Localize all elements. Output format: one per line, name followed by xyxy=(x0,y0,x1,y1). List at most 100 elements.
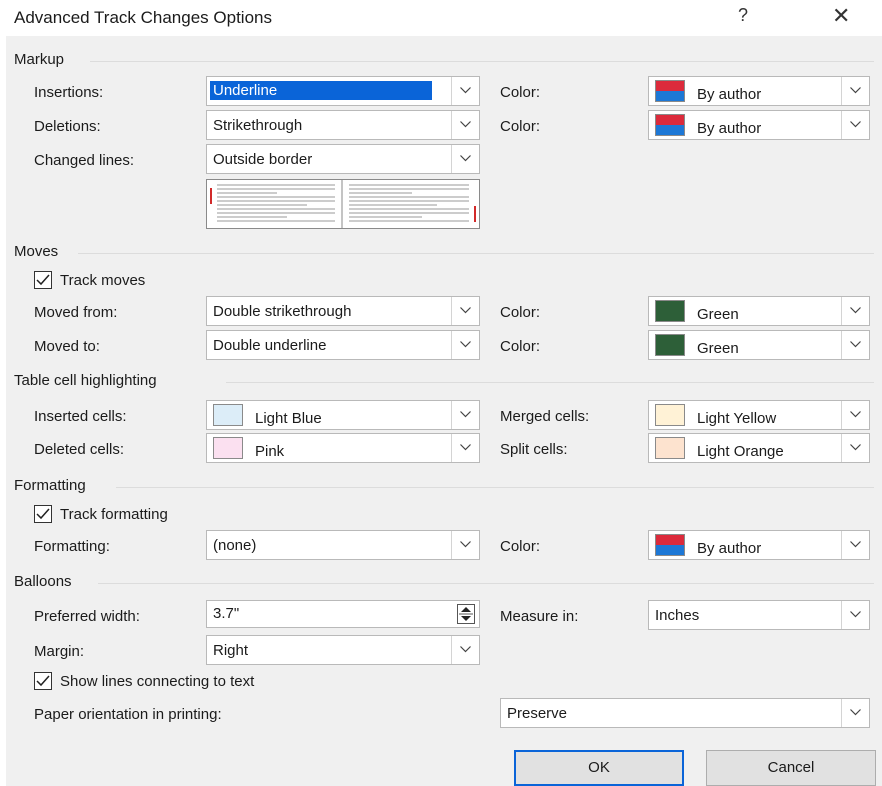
moved-to-color-label: Color: xyxy=(500,338,541,355)
track-formatting-label[interactable]: Track formatting xyxy=(60,506,168,523)
paper-orientation-label: Paper orientation in printing: xyxy=(34,706,222,723)
margin-value: Right xyxy=(213,642,249,659)
moved-to-color-dropdown[interactable]: Green xyxy=(648,330,870,360)
paper-orientation-dropdown[interactable]: Preserve xyxy=(500,698,870,728)
chevron-down-icon[interactable] xyxy=(841,331,869,359)
moved-to-label: Moved to: xyxy=(34,338,100,355)
color-swatch-light-blue xyxy=(213,404,243,426)
moved-from-color-value: Green xyxy=(697,306,739,323)
checkmark-icon xyxy=(36,675,50,687)
moved-to-value: Double underline xyxy=(213,337,327,354)
chevron-down-icon[interactable] xyxy=(451,434,479,462)
color-swatch-light-orange xyxy=(655,437,685,459)
moved-from-value: Double strikethrough xyxy=(213,303,352,320)
formatting-dropdown[interactable]: (none) xyxy=(206,530,480,560)
deletions-color-value: By author xyxy=(697,120,762,137)
chevron-down-icon[interactable] xyxy=(841,111,869,139)
formatting-color-label: Color: xyxy=(500,538,541,555)
inserted-cells-label: Inserted cells: xyxy=(34,408,127,425)
checkmark-icon xyxy=(36,508,50,520)
color-swatch-pink xyxy=(213,437,243,459)
formatting-color-value: By author xyxy=(697,540,762,557)
chevron-down-icon[interactable] xyxy=(451,145,479,173)
help-icon[interactable]: ? xyxy=(738,5,748,26)
chevron-down-icon[interactable] xyxy=(841,699,869,727)
show-lines-label[interactable]: Show lines connecting to text xyxy=(60,673,254,690)
paper-orientation-value: Preserve xyxy=(507,705,568,722)
margin-label: Margin: xyxy=(34,643,85,660)
section-heading-markup: Markup xyxy=(14,51,65,68)
split-cells-dropdown[interactable]: Light Orange xyxy=(648,433,870,463)
show-lines-checkbox[interactable] xyxy=(34,672,52,690)
inserted-cells-dropdown[interactable]: Light Blue xyxy=(206,400,480,430)
chevron-down-icon[interactable] xyxy=(451,636,479,664)
changed-lines-dropdown[interactable]: Outside border xyxy=(206,144,480,174)
moved-from-color-dropdown[interactable]: Green xyxy=(648,296,870,326)
formatting-color-dropdown[interactable]: By author xyxy=(648,530,870,560)
chevron-down-icon[interactable] xyxy=(451,401,479,429)
chevron-down-icon[interactable] xyxy=(841,601,869,629)
deletions-color-dropdown[interactable]: By author xyxy=(648,110,870,140)
color-swatch-by-author xyxy=(655,114,685,136)
formatting-label: Formatting: xyxy=(34,538,110,555)
moved-from-color-label: Color: xyxy=(500,304,541,321)
insertions-dropdown[interactable]: Underline xyxy=(206,76,480,106)
chevron-down-icon[interactable] xyxy=(451,297,479,325)
changed-lines-value: Outside border xyxy=(213,151,313,168)
section-heading-balloons: Balloons xyxy=(14,573,72,590)
deleted-cells-label: Deleted cells: xyxy=(34,441,125,458)
moved-to-dropdown[interactable]: Double underline xyxy=(206,330,480,360)
chevron-down-icon[interactable] xyxy=(451,77,479,105)
merged-cells-label: Merged cells: xyxy=(500,408,590,425)
chevron-down-icon[interactable] xyxy=(841,297,869,325)
dialog-title: Advanced Track Changes Options xyxy=(14,8,272,27)
chevron-down-icon[interactable] xyxy=(841,77,869,105)
measure-in-dropdown[interactable]: Inches xyxy=(648,600,870,630)
measure-in-label: Measure in: xyxy=(500,608,579,625)
moved-from-dropdown[interactable]: Double strikethrough xyxy=(206,296,480,326)
color-swatch-green xyxy=(655,300,685,322)
color-swatch-by-author xyxy=(655,534,685,556)
color-swatch-light-yellow xyxy=(655,404,685,426)
color-swatch-by-author xyxy=(655,80,685,102)
split-cells-value: Light Orange xyxy=(697,443,784,460)
track-moves-label[interactable]: Track moves xyxy=(60,272,145,289)
cancel-button[interactable]: Cancel xyxy=(706,750,876,786)
ok-button[interactable]: OK xyxy=(514,750,684,786)
track-moves-checkbox[interactable] xyxy=(34,271,52,289)
chevron-down-icon[interactable] xyxy=(451,331,479,359)
insertions-label: Insertions: xyxy=(34,84,104,101)
track-formatting-checkbox[interactable] xyxy=(34,505,52,523)
chevron-down-icon[interactable] xyxy=(451,111,479,139)
close-icon[interactable]: ✕ xyxy=(832,3,850,29)
section-divider xyxy=(90,61,874,62)
preferred-width-label: Preferred width: xyxy=(34,608,140,625)
preferred-width-spinner[interactable]: 3.7" xyxy=(206,600,480,628)
checkmark-icon xyxy=(36,274,50,286)
chevron-down-icon[interactable] xyxy=(841,401,869,429)
insertions-color-label: Color: xyxy=(500,84,541,101)
split-cells-label: Split cells: xyxy=(500,441,568,458)
spinner-arrows-icon[interactable] xyxy=(457,604,475,624)
merged-cells-dropdown[interactable]: Light Yellow xyxy=(648,400,870,430)
advanced-track-changes-dialog: Advanced Track Changes Options ? ✕ Marku… xyxy=(0,0,882,786)
deleted-cells-dropdown[interactable]: Pink xyxy=(206,433,480,463)
merged-cells-value: Light Yellow xyxy=(697,410,777,427)
chevron-down-icon[interactable] xyxy=(841,531,869,559)
formatting-value: (none) xyxy=(213,537,257,554)
section-divider xyxy=(78,253,874,254)
insertions-color-dropdown[interactable]: By author xyxy=(648,76,870,106)
insertions-color-value: By author xyxy=(697,86,762,103)
margin-dropdown[interactable]: Right xyxy=(206,635,480,665)
changed-lines-label: Changed lines: xyxy=(34,152,135,169)
color-swatch-green xyxy=(655,334,685,356)
inserted-cells-value: Light Blue xyxy=(255,410,322,427)
dialog-body: Markup Insertions: Underline Color: By a… xyxy=(6,36,882,786)
title-bar: Advanced Track Changes Options ? ✕ xyxy=(0,0,882,36)
preview-pages-image xyxy=(210,180,476,228)
deletions-color-label: Color: xyxy=(500,118,541,135)
chevron-down-icon[interactable] xyxy=(451,531,479,559)
deletions-dropdown[interactable]: Strikethrough xyxy=(206,110,480,140)
chevron-down-icon[interactable] xyxy=(841,434,869,462)
deleted-cells-value: Pink xyxy=(255,443,285,460)
